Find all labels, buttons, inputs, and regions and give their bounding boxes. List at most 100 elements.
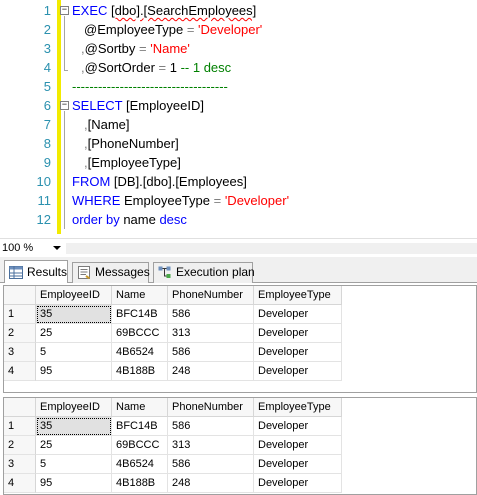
table-cell[interactable]: Developer: [254, 324, 342, 343]
column-name: EmployeeType: [120, 193, 214, 208]
table-cell[interactable]: 25: [36, 324, 112, 343]
tab-label: Execution plan: [176, 265, 255, 279]
column-header[interactable]: PhoneNumber: [168, 286, 254, 305]
table-cell[interactable]: 4B6524: [112, 343, 168, 362]
table-cell[interactable]: BFC14B: [112, 305, 168, 324]
tab-messages[interactable]: Messages: [72, 262, 150, 283]
equals-sign: =: [135, 41, 151, 56]
table-cell[interactable]: Developer: [254, 417, 342, 436]
line-number: 1: [43, 3, 51, 18]
collapse-icon[interactable]: −: [60, 6, 69, 15]
column-header[interactable]: EmployeeID: [36, 286, 112, 305]
exec-keyword: EXEC: [72, 3, 108, 18]
where-keyword: WHERE: [72, 193, 121, 208]
corner-cell[interactable]: [4, 286, 36, 305]
horizontal-scrollbar[interactable]: [66, 243, 477, 254]
row-number[interactable]: 3: [4, 455, 36, 474]
table-cell[interactable]: Developer: [254, 362, 342, 381]
collapse-icon[interactable]: −: [60, 101, 69, 110]
zoom-dropdown[interactable]: 100 %: [1, 241, 63, 255]
table-name: [DB].[dbo].[Employees]: [110, 174, 247, 189]
row-number[interactable]: 1: [4, 305, 36, 324]
column-name: name: [119, 212, 160, 227]
outline-end: [64, 70, 68, 71]
table-cell[interactable]: 313: [168, 436, 254, 455]
outline-line: [64, 111, 65, 229]
from-keyword: FROM: [72, 174, 111, 189]
row-number[interactable]: 3: [4, 343, 36, 362]
table-cell[interactable]: 313: [168, 324, 254, 343]
table-cell[interactable]: 95: [36, 362, 112, 381]
table-cell[interactable]: 4B188B: [112, 362, 168, 381]
row-number[interactable]: 1: [4, 417, 36, 436]
param-name: @Sortby: [84, 41, 136, 56]
results-pane: EmployeeID Name PhoneNumber EmployeeType…: [0, 283, 477, 495]
table-cell[interactable]: 4B188B: [112, 474, 168, 493]
tab-label: Messages: [95, 265, 150, 279]
sql-editor[interactable]: 1 2 3 4 5 6 7 8 9 10 11 12 − − EXEC [dbo…: [0, 0, 477, 238]
procedure-name: [dbo].[SearchEmployees]: [111, 3, 257, 18]
code-line-4: ,@SortOrder = 1 -- 1 desc: [81, 58, 231, 77]
code-line-9: ,[EmployeeType]: [84, 153, 181, 172]
outline-line: [64, 16, 65, 70]
row-number[interactable]: 2: [4, 324, 36, 343]
equals-sign: =: [213, 193, 225, 208]
table-cell[interactable]: 69BCCC: [112, 436, 168, 455]
line-number: 9: [43, 155, 51, 170]
table-cell[interactable]: 35: [36, 305, 112, 324]
row-number[interactable]: 4: [4, 474, 36, 493]
table-cell[interactable]: Developer: [254, 474, 342, 493]
table-cell[interactable]: 5: [36, 455, 112, 474]
results-grid-icon: [9, 266, 23, 279]
table-cell[interactable]: Developer: [254, 343, 342, 362]
results-grid-1[interactable]: EmployeeID Name PhoneNumber EmployeeType…: [3, 285, 477, 393]
table-cell[interactable]: 248: [168, 362, 254, 381]
row-number[interactable]: 2: [4, 436, 36, 455]
table-cell[interactable]: 586: [168, 305, 254, 324]
select-keyword: SELECT: [72, 98, 123, 113]
table-cell[interactable]: 248: [168, 474, 254, 493]
table-cell[interactable]: Developer: [254, 455, 342, 474]
line-number: 8: [43, 136, 51, 151]
corner-cell[interactable]: [4, 398, 36, 417]
line-number-gutter: 1 2 3 4 5 6 7 8 9 10 11 12: [0, 0, 55, 238]
change-tracking-bar: [57, 0, 61, 234]
row-number[interactable]: 4: [4, 362, 36, 381]
code-line-2: @EmployeeType = 'Developer': [84, 20, 262, 39]
table-cell[interactable]: Developer: [254, 436, 342, 455]
column-header[interactable]: EmployeeType: [254, 286, 342, 305]
line-number: 7: [43, 117, 51, 132]
table-cell[interactable]: 25: [36, 436, 112, 455]
column-header[interactable]: Name: [112, 286, 168, 305]
table-cell[interactable]: 69BCCC: [112, 324, 168, 343]
table-cell[interactable]: 5: [36, 343, 112, 362]
tab-results[interactable]: Results: [4, 260, 68, 284]
tab-execution-plan[interactable]: Execution plan: [153, 262, 255, 283]
chevron-down-icon: [53, 246, 61, 250]
table-cell[interactable]: BFC14B: [112, 417, 168, 436]
column-header[interactable]: EmployeeID: [36, 398, 112, 417]
tab-label: Results: [27, 265, 68, 279]
messages-icon: [78, 266, 91, 279]
table-cell[interactable]: 586: [168, 455, 254, 474]
column-header[interactable]: EmployeeType: [254, 398, 342, 417]
results-tab-strip: Results Messages Execution plan: [0, 257, 477, 284]
results-grid-2[interactable]: EmployeeID Name PhoneNumber EmployeeType…: [3, 397, 477, 495]
column-name: [EmployeeType]: [87, 155, 181, 170]
code-line-11: WHERE EmployeeType = 'Developer': [72, 191, 289, 210]
line-number: 11: [37, 193, 52, 208]
zoom-value: 100 %: [2, 242, 34, 254]
table-cell[interactable]: 35: [36, 417, 112, 436]
column-header[interactable]: PhoneNumber: [168, 398, 254, 417]
table-cell[interactable]: Developer: [254, 305, 342, 324]
table-cell[interactable]: 95: [36, 474, 112, 493]
table-cell[interactable]: 586: [168, 417, 254, 436]
number-literal: 1: [169, 60, 177, 75]
column-name: [EmployeeID]: [122, 98, 204, 113]
string-literal: 'Name': [150, 41, 190, 56]
column-header[interactable]: Name: [112, 398, 168, 417]
line-number: 4: [43, 60, 51, 75]
table-cell[interactable]: 586: [168, 343, 254, 362]
table-cell[interactable]: 4B6524: [112, 455, 168, 474]
line-number: 6: [43, 98, 51, 113]
